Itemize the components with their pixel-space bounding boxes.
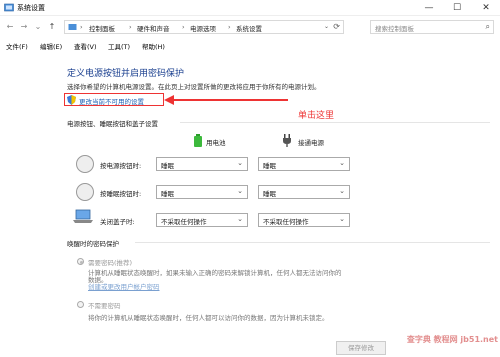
select-value: 睡眠 [263,162,276,170]
up-button[interactable]: ↑ [46,20,58,34]
breadcrumb-separator: › [228,23,231,31]
recent-dropdown-button[interactable]: ⌄ [32,20,44,34]
breadcrumb-control-panel[interactable]: 控制面板 [89,23,115,33]
page-description: 选择你希望的计算机电源设置。在此页上对设置所做的更改将应用于你所有的电源计划。 [67,83,321,91]
select-value: 睡眠 [161,162,174,170]
menu-tools[interactable]: 工具(T) [108,41,130,51]
power-plug-icon [283,134,291,147]
save-changes-button[interactable]: 保存修改 [336,341,386,355]
address-dropdown-button[interactable]: ⌄ [324,23,329,30]
window-title: 系统设置 [17,4,45,12]
main-content: 定义电源按钮并启用密码保护 选择你希望的计算机电源设置。在此页上对设置所做的更改… [0,54,500,357]
breadcrumb-separator: › [129,23,132,31]
minimize-button[interactable]: — [415,0,443,16]
highlight-box [64,93,164,106]
power-button-plugged-select[interactable]: 睡眠 ⌄ [258,157,350,171]
chevron-down-icon: ⌄ [237,187,243,195]
chevron-down-icon: ⌄ [339,159,345,167]
row-power-button-label: 按电源按钮时: [100,162,142,170]
section-wake-password-title: 唤醒时的密码保护 [67,240,119,248]
search-icon[interactable]: ⌕ [486,22,490,32]
menu-edit[interactable]: 编辑(E) [40,41,62,51]
forward-button[interactable]: → [18,20,30,34]
page-title: 定义电源按钮并启用密码保护 [67,69,185,79]
menu-bar: 文件(F) 编辑(E) 查看(V) 工具(T) 帮助(H) [0,40,500,52]
column-plugged-in-label: 接通电源 [298,139,324,147]
menu-file[interactable]: 文件(F) [6,41,28,51]
sleep-button-battery-select[interactable]: 睡眠 ⌄ [156,185,248,199]
back-button[interactable]: ← [4,20,16,34]
watermark: 查字典 教程网 jb51.net [406,335,498,344]
breadcrumb-separator: › [182,23,185,31]
require-password-label: 需要密码(推荐) [88,259,133,267]
title-bar: 系统设置 — ☐ ✕ [0,0,500,16]
select-value: 睡眠 [263,190,276,198]
control-panel-icon [4,3,14,12]
breadcrumb-system-settings[interactable]: 系统设置 [236,23,262,33]
select-value: 睡眠 [161,190,174,198]
power-button-battery-select[interactable]: 睡眠 ⌄ [156,157,248,171]
control-panel-icon [68,24,77,30]
maximize-button[interactable]: ☐ [443,0,471,16]
breadcrumb-power-options[interactable]: 电源选项 [190,23,216,33]
row-sleep-button-label: 按睡眠按钮时: [100,190,142,198]
chevron-down-icon: ⌄ [339,215,345,223]
column-battery-label: 用电池 [206,139,226,147]
search-input[interactable]: 搜索控制面板 ⌕ [370,20,494,34]
annotation-arrow [164,95,288,105]
select-value: 不采取任何操作 [161,218,207,226]
close-lid-plugged-select[interactable]: 不采取任何操作 ⌄ [258,213,350,227]
search-placeholder: 搜索控制面板 [375,25,414,33]
menu-help[interactable]: 帮助(H) [142,41,165,51]
no-password-description: 将你的计算机从睡眠状态唤醒时，任何人都可以访问你的数据，因为计算机未锁定。 [88,314,329,322]
select-value: 不采取任何操作 [263,218,309,226]
menu-view[interactable]: 查看(V) [74,41,97,51]
row-close-lid-label: 关闭盖子时: [100,218,135,226]
annotation-text: 单击这里 [298,111,335,121]
chevron-down-icon: ⌄ [237,159,243,167]
breadcrumb-separator: › [80,23,83,31]
address-bar[interactable]: › 控制面板 › 硬件和声音 › 电源选项 › 系统设置 ⌄ ⟳ [64,20,344,34]
battery-icon [194,134,202,147]
require-password-radio[interactable] [77,258,84,265]
close-button[interactable]: ✕ [472,0,500,16]
power-button-icon [76,155,94,173]
sleep-button-plugged-select[interactable]: 睡眠 ⌄ [258,185,350,199]
sleep-button-icon [76,183,94,201]
chevron-down-icon: ⌄ [339,187,345,195]
section-divider [180,122,490,123]
create-change-password-link[interactable]: 创建或更改用户帐户密码 [88,281,160,291]
close-lid-battery-select[interactable]: 不采取任何操作 ⌄ [156,213,248,227]
section-power-buttons-title: 电源按钮、睡眠按钮和盖子设置 [67,120,158,128]
laptop-lid-icon [73,209,93,223]
require-password-description: 计算机从睡眠状态唤醒时，如果未输入正确的密码来解锁计算机，任何人都无法访问你的 [88,269,342,277]
section-divider [135,242,490,243]
refresh-icon[interactable]: ⟳ [333,22,340,31]
breadcrumb-hardware-sound[interactable]: 硬件和声音 [137,23,170,33]
no-password-radio[interactable] [77,301,84,308]
no-password-label: 不需要密码 [88,302,121,310]
chevron-down-icon: ⌄ [237,215,243,223]
